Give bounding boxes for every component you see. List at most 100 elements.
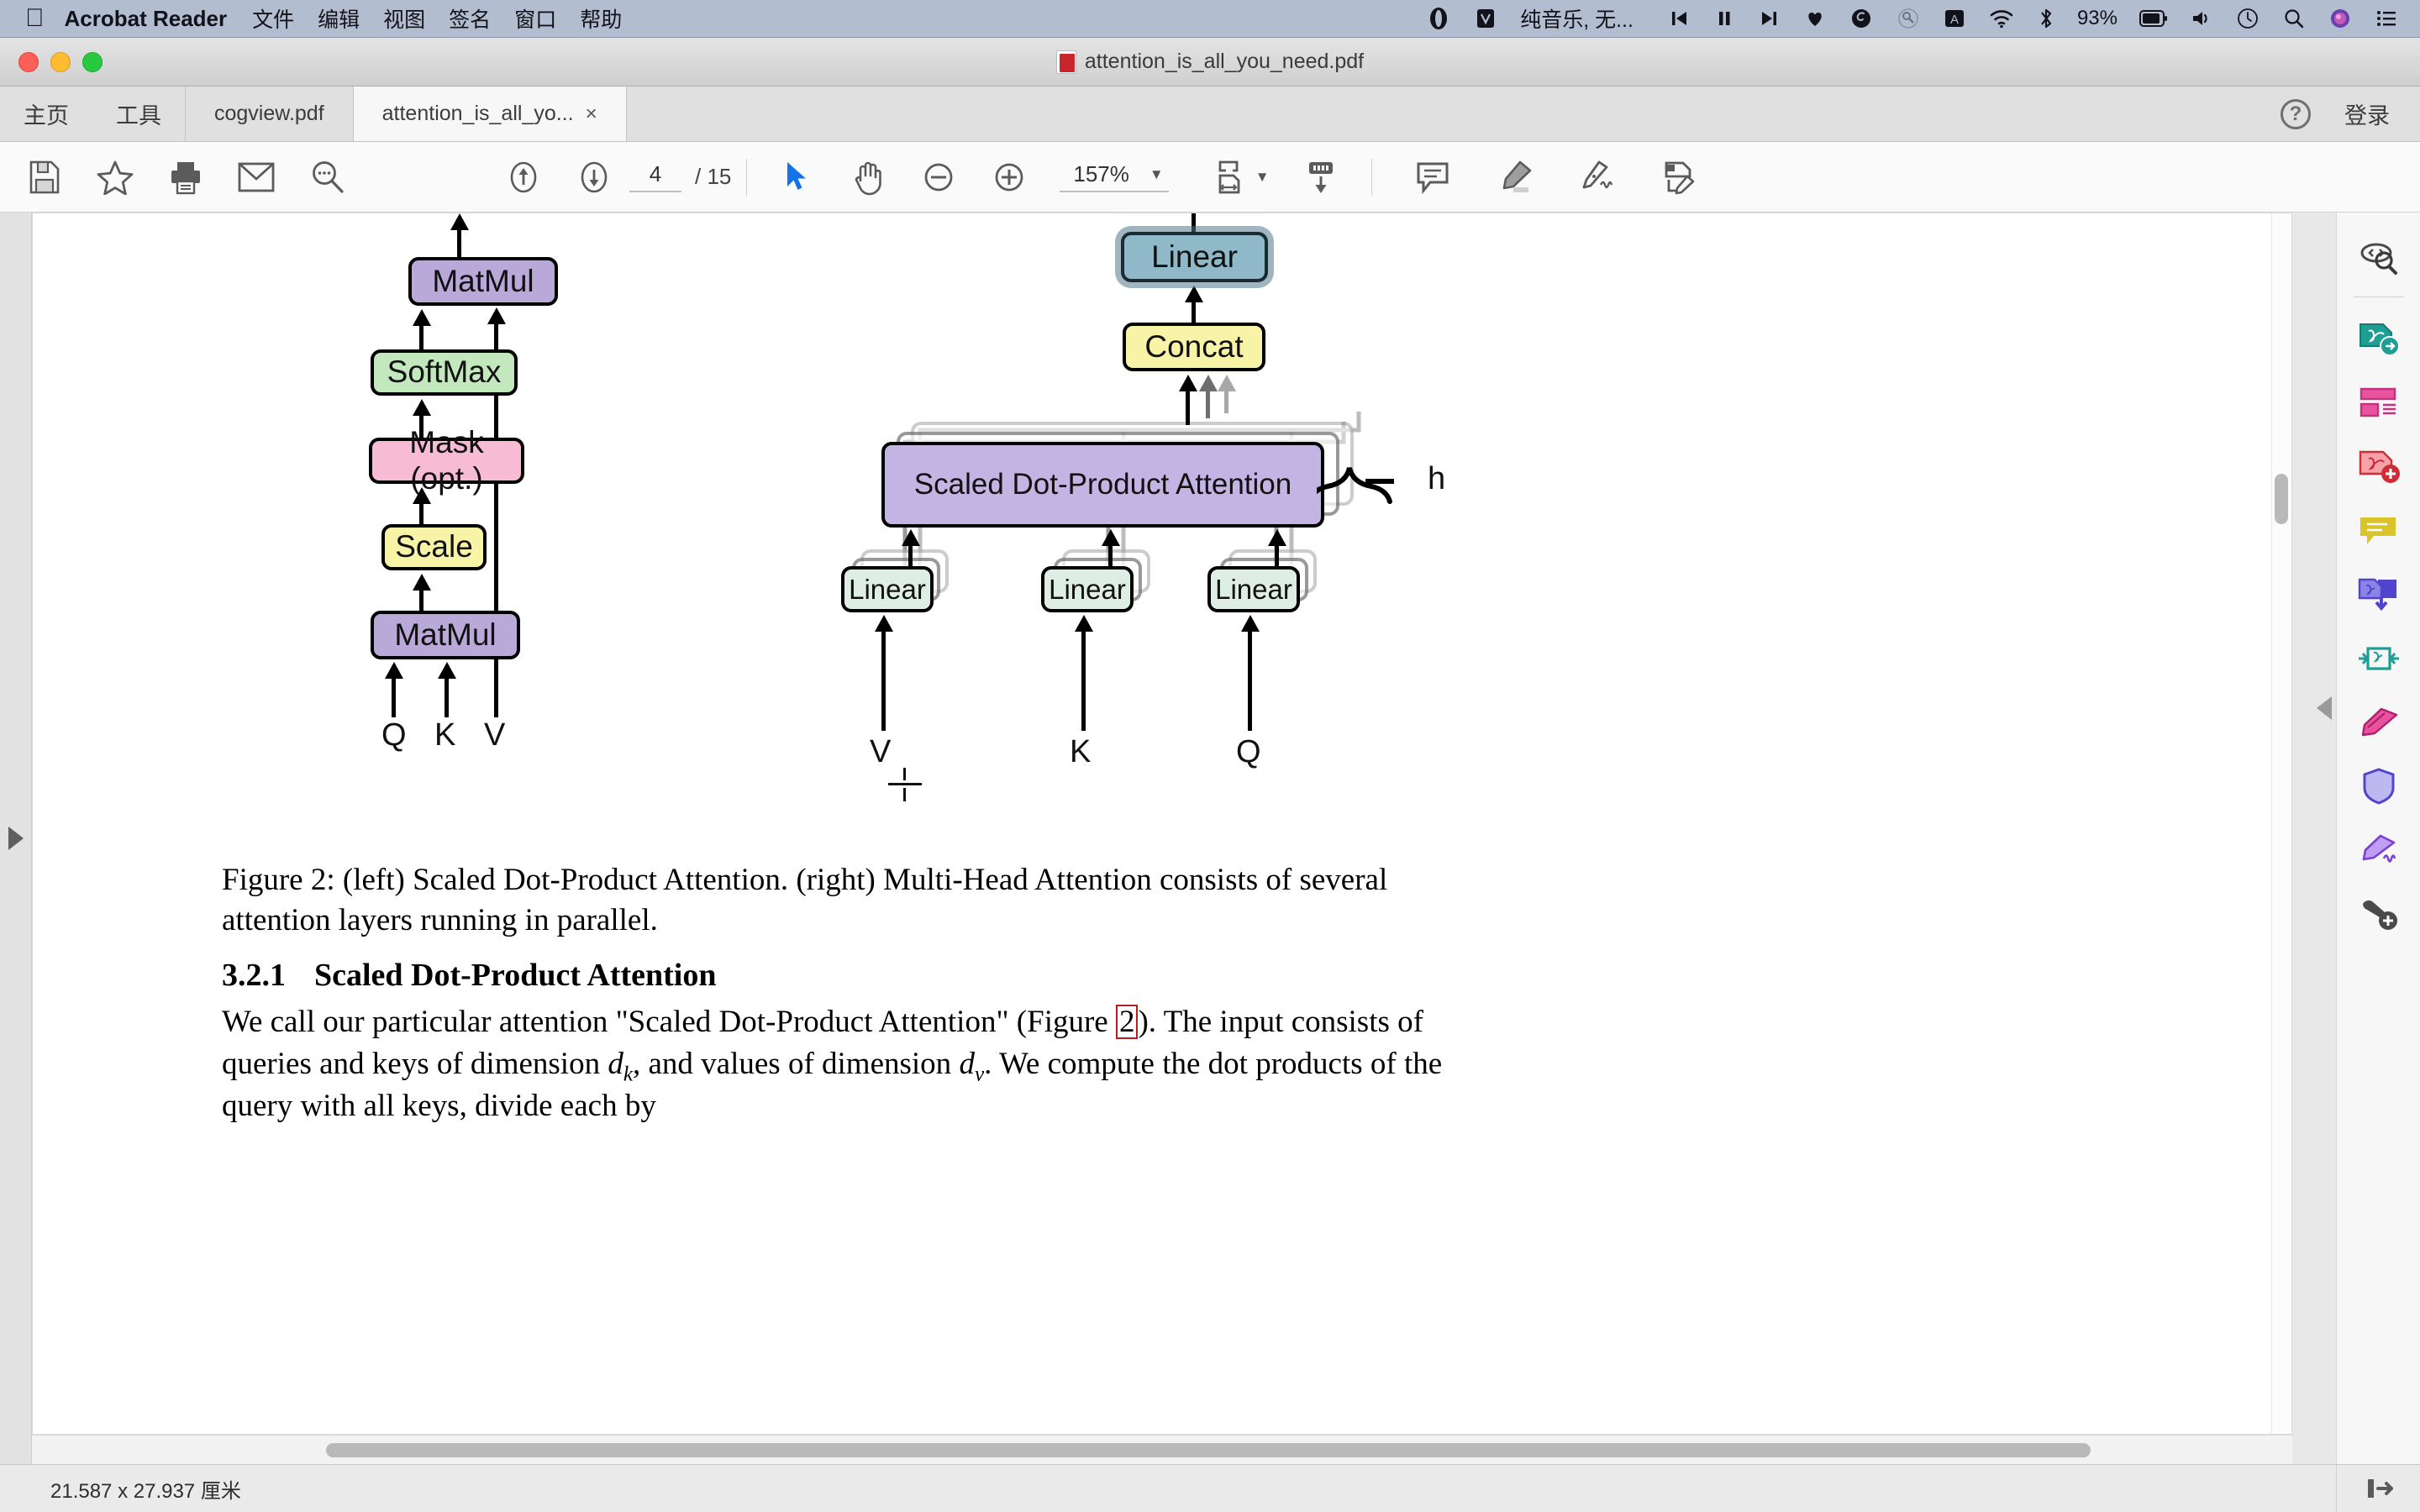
zoom-out-icon[interactable] <box>913 151 965 203</box>
current-page-input[interactable] <box>629 161 681 192</box>
pdf-page-canvas[interactable]: Scaled Dot-Product Attention MatMul Soft… <box>32 213 2292 1435</box>
protect-icon[interactable] <box>2349 756 2409 816</box>
sign-in-button[interactable]: 登录 <box>2344 97 2390 130</box>
node-matmul-bottom[interactable]: MatMul <box>371 611 520 659</box>
search-document-icon[interactable] <box>2349 228 2409 288</box>
search-icon[interactable] <box>301 151 353 203</box>
more-tools-icon[interactable] <box>2349 884 2409 944</box>
volume-icon[interactable] <box>2190 8 2213 29</box>
wifi-icon[interactable] <box>1988 8 2015 29</box>
stamp-icon[interactable] <box>2349 692 2409 753</box>
menu-view[interactable]: 视图 <box>383 3 425 34</box>
node-softmax[interactable]: SoftMax <box>371 349 518 396</box>
node-linear-k[interactable]: Linear <box>1041 566 1134 612</box>
collapse-pane-icon[interactable] <box>2313 683 2335 733</box>
battery-percent[interactable]: 93% <box>2077 7 2118 30</box>
highlight-icon[interactable] <box>1489 151 1541 203</box>
save-icon[interactable] <box>18 151 71 203</box>
help-icon[interactable]: ? <box>2281 98 2311 129</box>
left-panel-toggle[interactable] <box>0 213 32 1464</box>
sign-icon[interactable] <box>1570 151 1623 203</box>
add-to-favorites-icon[interactable] <box>89 151 141 203</box>
pause-icon[interactable] <box>1712 7 1736 30</box>
body-text-part: ). The input consists of <box>1138 1005 1423 1039</box>
fill-sign-icon[interactable] <box>2349 820 2409 880</box>
compress-pdf-icon[interactable] <box>2349 628 2409 689</box>
key-icon[interactable] <box>1896 6 1921 31</box>
scroll-mode-icon[interactable] <box>1295 151 1347 203</box>
comment-tool-icon[interactable] <box>2349 501 2409 561</box>
expand-left-panel-icon[interactable] <box>8 827 24 850</box>
figure-reference-link[interactable]: 2 <box>1115 1005 1139 1039</box>
page-vertical-scrollbar[interactable] <box>2271 213 2290 1434</box>
node-mask[interactable]: Mask (opt.) <box>369 425 524 496</box>
next-track-icon[interactable] <box>1758 7 1781 30</box>
arrowhead <box>1075 615 1093 632</box>
battery-icon[interactable] <box>2139 9 2168 28</box>
node-scale[interactable]: Scale <box>381 524 487 570</box>
arrowhead <box>487 307 506 324</box>
fit-page-icon[interactable] <box>1202 151 1255 203</box>
prev-track-icon[interactable] <box>1667 7 1691 30</box>
main-toolbar: / 15 157% ▼ ▼ <box>0 142 2420 213</box>
menu-window[interactable]: 窗口 <box>514 3 556 34</box>
netease-music-icon[interactable] <box>1849 6 1874 31</box>
hand-icon[interactable] <box>842 151 894 203</box>
bluetooth-icon[interactable] <box>2037 6 2055 31</box>
node-matmul-top[interactable]: MatMul <box>408 257 558 306</box>
active-app-name[interactable]: Acrobat Reader <box>65 6 228 32</box>
comment-icon[interactable] <box>1407 151 1460 203</box>
organize-pages-icon[interactable] <box>2349 564 2409 625</box>
menu-sign[interactable]: 签名 <box>449 3 491 34</box>
wechat-work-icon[interactable] <box>1473 6 1498 31</box>
node-label: Concat <box>1144 328 1244 364</box>
print-icon[interactable] <box>160 151 212 203</box>
node-concat[interactable]: Concat <box>1123 323 1265 371</box>
select-cursor-icon[interactable] <box>771 151 823 203</box>
page-up-icon[interactable] <box>497 151 550 203</box>
horizontal-scrollbar-thumb[interactable] <box>326 1443 2091 1457</box>
fill-and-sign-icon[interactable] <box>1652 151 1704 203</box>
edit-pdf-icon[interactable] <box>2349 373 2409 433</box>
home-button[interactable]: 主页 <box>0 87 92 141</box>
window-title: attention_is_all_you_need.pdf <box>0 50 2420 74</box>
clock-icon[interactable] <box>2235 6 2260 31</box>
now-playing-title[interactable]: 纯音乐, 无... <box>1520 3 1634 34</box>
menu-help[interactable]: 帮助 <box>580 3 622 34</box>
vertical-scrollbar-thumb[interactable] <box>2275 474 2288 524</box>
control-center-icon[interactable] <box>2375 8 2398 29</box>
node-linear-q[interactable]: Linear <box>1207 566 1300 612</box>
opera-icon[interactable] <box>1426 6 1451 31</box>
apple-icon[interactable]:  <box>25 6 45 31</box>
fit-page-chevron-down-icon[interactable]: ▼ <box>1255 169 1270 186</box>
menu-edit[interactable]: 编辑 <box>318 3 360 34</box>
tab-cogview[interactable]: cogview.pdf <box>185 87 353 141</box>
spotlight-search-icon[interactable] <box>2282 7 2306 30</box>
close-tab-icon[interactable]: × <box>586 102 597 126</box>
page-horizontal-scrollbar[interactable] <box>32 1435 2292 1464</box>
heart-icon[interactable] <box>1803 7 1827 30</box>
page-down-icon[interactable] <box>568 151 620 203</box>
body-paragraph-line-1: We call our particular attention "Scaled… <box>222 1001 1986 1042</box>
node-scaled-dot-product-attention[interactable]: Scaled Dot-Product Attention <box>881 442 1324 528</box>
tools-button[interactable]: 工具 <box>92 87 185 141</box>
email-icon[interactable] <box>230 151 282 203</box>
node-label: Linear <box>1151 239 1238 274</box>
arrow-line <box>1081 630 1086 731</box>
export-pdf-icon[interactable] <box>2349 309 2409 370</box>
tab-attention-is-all-you-need[interactable]: attention_is_all_yo... × <box>352 87 626 141</box>
chevron-down-icon[interactable]: ▼ <box>1150 166 1164 183</box>
siri-icon[interactable] <box>2328 6 2353 31</box>
create-pdf-icon[interactable] <box>2349 437 2409 497</box>
zoom-level-control[interactable]: 157% ▼ <box>1060 161 1169 192</box>
arrow-line <box>419 589 424 612</box>
zoom-in-icon[interactable] <box>983 151 1035 203</box>
arrow-line <box>1192 301 1196 324</box>
status-bar: 21.587 x 27.937 厘米 <box>0 1464 2420 1512</box>
node-linear-v[interactable]: Linear <box>841 566 934 612</box>
show-sidebar-icon[interactable] <box>2336 1465 2420 1512</box>
math-d-v: dv <box>959 1047 985 1086</box>
node-linear-output[interactable]: Linear <box>1121 232 1268 282</box>
menu-file[interactable]: 文件 <box>252 3 294 34</box>
input-source-icon[interactable]: A <box>1943 7 1966 30</box>
